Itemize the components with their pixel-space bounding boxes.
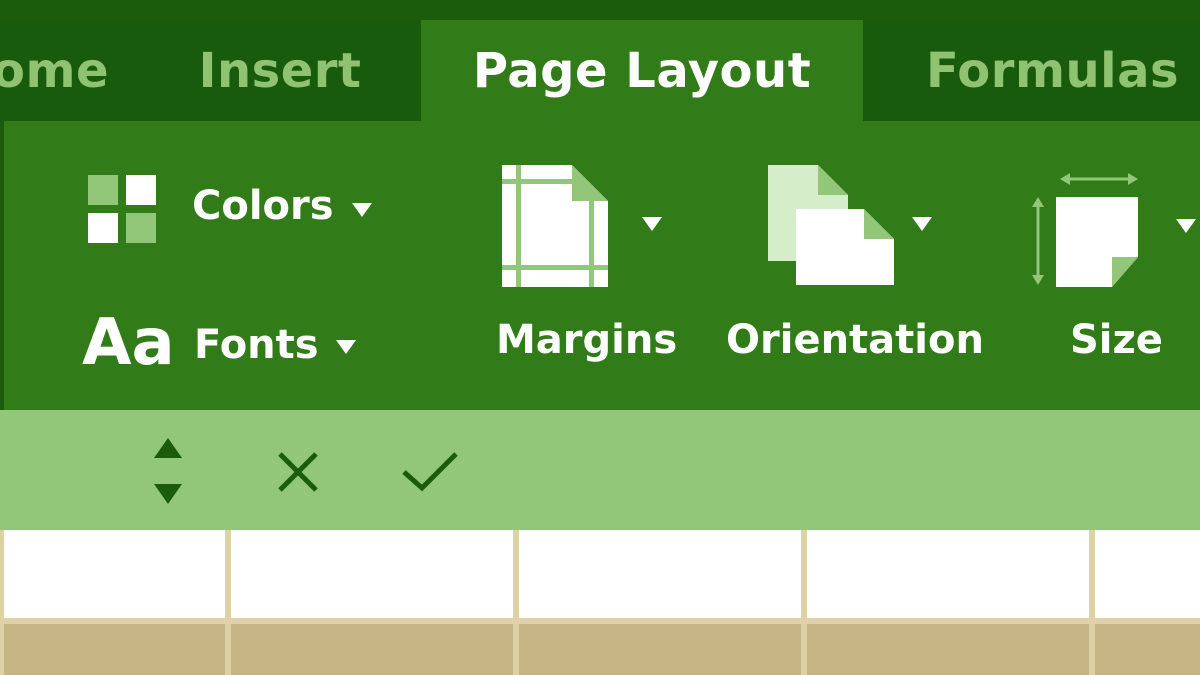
grid-column-divider — [801, 530, 807, 675]
margins-button[interactable]: Margins — [492, 159, 682, 369]
fonts-aa-icon: Aa — [82, 306, 175, 380]
tab-insert-label: Insert — [198, 42, 362, 99]
colors-dropdown-caret-icon — [352, 203, 372, 217]
spreadsheet-grid — [0, 530, 1200, 675]
tab-home-label: ome — [0, 42, 110, 99]
grid-column-divider — [225, 530, 231, 675]
colors-button[interactable]: Colors — [84, 173, 384, 245]
margins-page-icon — [502, 165, 608, 287]
fonts-button[interactable]: Aa Fonts — [82, 306, 372, 386]
size-page-icon — [1030, 165, 1140, 289]
fonts-label: Fonts — [194, 322, 319, 368]
size-button[interactable]: Size — [1024, 159, 1200, 369]
confirm-check-icon[interactable] — [400, 450, 460, 494]
colors-label: Colors — [192, 183, 334, 229]
tab-page-layout-label: Page Layout — [472, 42, 812, 99]
cancel-x-icon[interactable] — [274, 448, 322, 496]
margins-dropdown-caret-icon — [642, 217, 662, 231]
grid-left-border — [0, 530, 4, 675]
orientation-label: Orientation — [726, 317, 984, 363]
fonts-dropdown-caret-icon — [336, 340, 356, 354]
formula-bar — [0, 410, 1200, 530]
tab-page-layout[interactable]: Page Layout — [421, 20, 863, 121]
grid-column-divider — [1089, 530, 1095, 675]
tab-home[interactable]: ome — [0, 20, 110, 121]
grid-column-divider — [513, 530, 519, 675]
grid-row-2 — [0, 622, 1200, 675]
ribbon-page-layout: Colors Aa Fonts Margins Orientation Size — [0, 121, 1200, 410]
colors-grid-icon — [88, 175, 156, 243]
orientation-dropdown-caret-icon — [912, 217, 932, 231]
tab-insert[interactable]: Insert — [170, 20, 390, 121]
grid-row-1 — [0, 530, 1200, 622]
orientation-button[interactable]: Orientation — [722, 159, 984, 369]
orientation-pages-icon — [768, 165, 894, 287]
size-label: Size — [1070, 317, 1163, 363]
tab-formulas-label: Formulas — [925, 42, 1180, 99]
up-down-arrows-icon[interactable] — [150, 434, 186, 506]
tab-bar: ome Insert Page Layout Formulas — [0, 0, 1200, 121]
size-dropdown-caret-icon — [1176, 219, 1196, 233]
margins-label: Margins — [496, 317, 678, 363]
grid-row-divider — [0, 618, 1200, 624]
tab-formulas[interactable]: Formulas — [905, 20, 1200, 121]
